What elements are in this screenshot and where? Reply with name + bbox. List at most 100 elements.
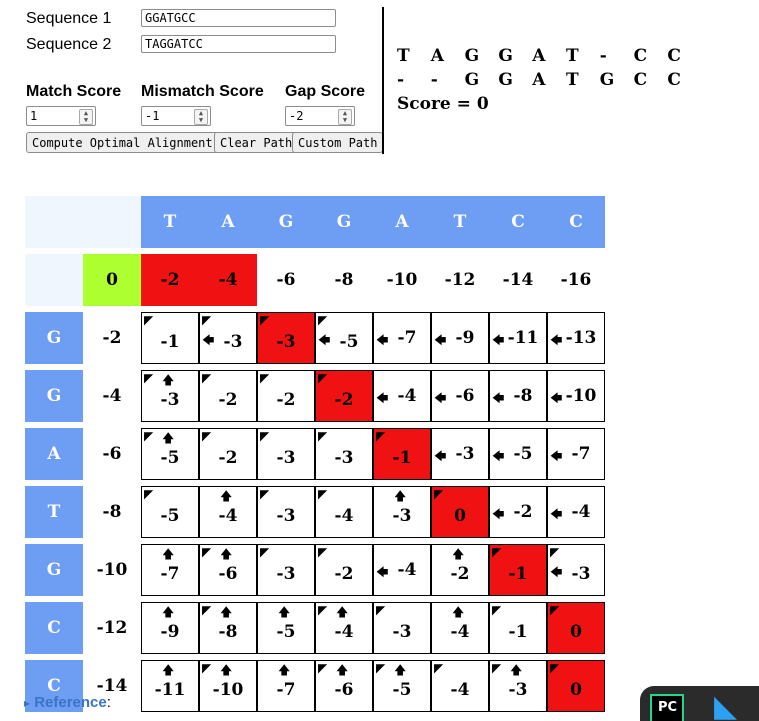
score-cell[interactable]: -2 bbox=[141, 254, 199, 306]
score-cell[interactable]: 🡄 -7 bbox=[547, 428, 605, 480]
score-cell[interactable]: ◤ 🡅 -6 bbox=[315, 660, 373, 712]
score-cell[interactable]: ◤ -2 bbox=[199, 370, 257, 422]
score-cell[interactable]: -6 bbox=[83, 428, 141, 480]
pycharm-icon[interactable]: PC bbox=[650, 694, 684, 721]
score-cell[interactable]: ◤ 0 bbox=[431, 486, 489, 538]
vscode-icon[interactable]: ◣ bbox=[714, 692, 754, 721]
score-cell[interactable]: -12 bbox=[431, 254, 489, 306]
score-cell[interactable]: ◤ -1 bbox=[489, 544, 547, 596]
score-cell[interactable]: -16 bbox=[547, 254, 605, 306]
cell-value: G bbox=[336, 212, 352, 232]
score-cell[interactable]: ◤ 🡄 -5 bbox=[315, 312, 373, 364]
score-cell[interactable]: 🡄 -6 bbox=[431, 370, 489, 422]
score-cell[interactable]: ◤ -2 bbox=[315, 370, 373, 422]
app-dock: PC ◣ bbox=[640, 686, 759, 721]
score-cell[interactable]: ◤ -2 bbox=[257, 370, 315, 422]
score-cell[interactable]: -12 bbox=[83, 602, 141, 654]
cell-value: -4 bbox=[450, 680, 470, 700]
score-cell[interactable]: ◤ 🡄 -3 bbox=[199, 312, 257, 364]
score-cell[interactable]: ◤ -2 bbox=[315, 544, 373, 596]
score-cell[interactable]: -8 bbox=[83, 486, 141, 538]
score-cell[interactable]: 🡄 -2 bbox=[489, 486, 547, 538]
score-cell[interactable]: 🡅 -3 bbox=[373, 486, 431, 538]
spinner-icon[interactable]: ▲ ▼ bbox=[194, 109, 208, 125]
compute-alignment-button[interactable]: Compute Optimal Alignment bbox=[26, 132, 219, 153]
cell-value: -1 bbox=[392, 448, 412, 468]
clear-path-button[interactable]: Clear Path bbox=[214, 132, 299, 153]
score-cell[interactable]: 🡄 -11 bbox=[489, 312, 547, 364]
cell-value: -5 bbox=[392, 680, 412, 700]
score-cell[interactable]: ◤ -3 bbox=[373, 602, 431, 654]
score-cell[interactable]: -2 bbox=[83, 312, 141, 364]
score-cell[interactable]: 🡅 -7 bbox=[257, 660, 315, 712]
custom-path-button[interactable]: Custom Path bbox=[292, 132, 384, 153]
mismatch-score-input[interactable]: -1 ▲ ▼ bbox=[141, 106, 211, 126]
cell-value: A bbox=[221, 212, 235, 232]
score-cell[interactable]: ◤ -2 bbox=[199, 428, 257, 480]
score-cell[interactable]: 🡄 -4 bbox=[373, 544, 431, 596]
corner-cell bbox=[83, 196, 141, 248]
score-cell[interactable]: ◤ 🡄 -3 bbox=[547, 544, 605, 596]
score-cell[interactable]: ◤ -3 bbox=[257, 544, 315, 596]
score-cell[interactable]: 🡄 -4 bbox=[547, 486, 605, 538]
score-cell[interactable]: ◤ -3 bbox=[257, 312, 315, 364]
reference-toggle[interactable]: ▸ Reference: bbox=[24, 694, 111, 711]
score-cell[interactable]: -14 bbox=[489, 254, 547, 306]
score-cell[interactable]: ◤ -3 bbox=[257, 486, 315, 538]
score-cell[interactable]: ◤ 🡅 -6 bbox=[199, 544, 257, 596]
score-cell[interactable]: ◤ -1 bbox=[373, 428, 431, 480]
arrow-up-icon: 🡅 bbox=[336, 605, 349, 619]
score-cell[interactable]: ◤ -1 bbox=[489, 602, 547, 654]
gap-score-input[interactable]: -2 ▲ ▼ bbox=[285, 106, 355, 126]
reference-colon: : bbox=[106, 694, 111, 711]
sequence-1-input[interactable] bbox=[141, 9, 336, 27]
score-cell[interactable]: ◤ -1 bbox=[141, 312, 199, 364]
score-cell[interactable]: 🡅 -4 bbox=[199, 486, 257, 538]
score-cell[interactable]: ◤ -3 bbox=[257, 428, 315, 480]
score-cell[interactable]: ◤ -4 bbox=[315, 486, 373, 538]
score-cell[interactable]: 🡅 -4 bbox=[431, 602, 489, 654]
score-cell[interactable]: ◤ 🡅 -3 bbox=[489, 660, 547, 712]
arrow-up-icon: 🡅 bbox=[220, 605, 233, 619]
score-cell[interactable]: -4 bbox=[199, 254, 257, 306]
score-cell[interactable]: 🡅 -5 bbox=[257, 602, 315, 654]
score-cell[interactable]: -6 bbox=[257, 254, 315, 306]
score-cell[interactable]: 🡅 -9 bbox=[141, 602, 199, 654]
cell-value: -10 bbox=[565, 386, 597, 406]
score-cell[interactable]: ◤ 0 bbox=[547, 660, 605, 712]
score-cell[interactable]: ◤ -5 bbox=[141, 486, 199, 538]
score-cell[interactable]: 🡅 -11 bbox=[141, 660, 199, 712]
alignment-char: G bbox=[599, 70, 615, 90]
score-cell[interactable]: ◤ -4 bbox=[431, 660, 489, 712]
score-cell[interactable]: 🡄 -8 bbox=[489, 370, 547, 422]
score-cell[interactable]: ◤ 🡅 -5 bbox=[373, 660, 431, 712]
score-cell[interactable]: -10 bbox=[83, 544, 141, 596]
score-cell[interactable]: ◤ 🡅 -10 bbox=[199, 660, 257, 712]
score-cell[interactable]: ◤ 🡅 -3 bbox=[141, 370, 199, 422]
match-score-input[interactable]: 1 ▲ ▼ bbox=[26, 106, 96, 126]
score-cell[interactable]: 🡄 -4 bbox=[373, 370, 431, 422]
score-cell[interactable]: ◤ -3 bbox=[315, 428, 373, 480]
score-cell[interactable]: ◤ 🡅 -4 bbox=[315, 602, 373, 654]
seq2-label: Sequence 2 bbox=[26, 36, 112, 53]
score-cell[interactable]: 🡅 -2 bbox=[431, 544, 489, 596]
score-cell[interactable]: 🡄 -13 bbox=[547, 312, 605, 364]
cell-value: -8 bbox=[218, 622, 238, 642]
score-cell[interactable]: -10 bbox=[373, 254, 431, 306]
score-cell[interactable]: -8 bbox=[315, 254, 373, 306]
score-cell[interactable]: 🡄 -5 bbox=[489, 428, 547, 480]
score-cell[interactable]: ◤ 🡅 -5 bbox=[141, 428, 199, 480]
score-cell[interactable]: -4 bbox=[83, 370, 141, 422]
score-cell[interactable]: 0 bbox=[83, 254, 141, 306]
score-cell[interactable]: 🡄 -3 bbox=[431, 428, 489, 480]
sequence-2-input[interactable] bbox=[141, 35, 336, 53]
score-cell[interactable]: ◤ 0 bbox=[547, 602, 605, 654]
spinner-icon[interactable]: ▲ ▼ bbox=[338, 109, 352, 125]
spinner-icon[interactable]: ▲ ▼ bbox=[79, 109, 93, 125]
score-cell[interactable]: 🡅 -7 bbox=[141, 544, 199, 596]
score-cell[interactable]: 🡄 -7 bbox=[373, 312, 431, 364]
score-cell[interactable]: ◤ 🡅 -8 bbox=[199, 602, 257, 654]
score-cell[interactable]: 🡄 -10 bbox=[547, 370, 605, 422]
score-cell[interactable]: 🡄 -9 bbox=[431, 312, 489, 364]
arrow-diagonal-icon: ◤ bbox=[202, 429, 212, 443]
